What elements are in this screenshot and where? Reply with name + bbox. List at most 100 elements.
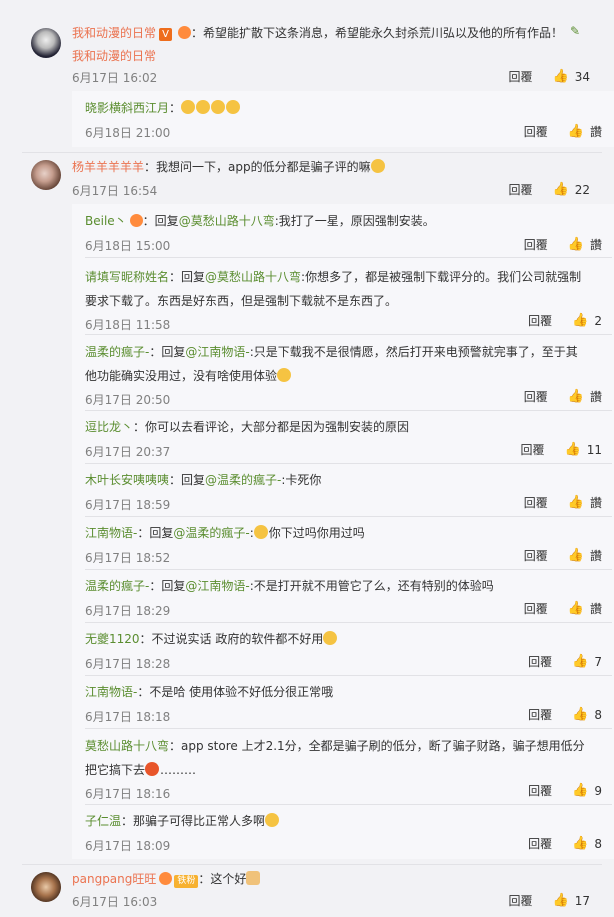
thumbs-up-icon: 👍 [552, 182, 569, 197]
like-button[interactable]: 👍 8 [572, 836, 602, 851]
divider [85, 334, 612, 335]
reply-author[interactable]: 莫愁山路十八弯 [85, 739, 169, 753]
reply-author[interactable]: 温柔的瘋子- [85, 345, 149, 359]
like-button[interactable]: 👍 11 [565, 442, 602, 457]
reply-button[interactable]: 回覆 [524, 494, 548, 511]
comment-actions: 回覆 👍 17 [509, 892, 590, 909]
like-button[interactable]: 👍 讚 [568, 388, 602, 405]
comment-author[interactable]: 杨羊羊羊羊羊 [72, 160, 144, 174]
reply-button[interactable]: 回覆 [509, 181, 533, 198]
reply-actions: 回覆 👍 讚 [524, 123, 602, 140]
reply-text: 他功能确实没用过，没有啥使用体验 [85, 369, 278, 383]
like-button[interactable]: 👍 8 [572, 707, 602, 722]
reply-button[interactable]: 回覆 [528, 835, 552, 852]
thumbs-up-icon: 👍 [564, 442, 581, 457]
comment-actions: 回覆 👍 22 [509, 181, 590, 198]
member-badge-icon [129, 214, 143, 227]
pencil-icon[interactable]: ✎ [570, 24, 580, 38]
mention-link[interactable]: @江南物语- [185, 345, 249, 359]
reply-list: 晓影横斜西江月： 6月18日 21:00 回覆 👍 讚 [72, 91, 614, 147]
reply-button[interactable]: 回覆 [524, 123, 548, 140]
comment-author[interactable]: pangpang旺旺 [72, 872, 156, 886]
reply-actions: 回覆 👍 7 [528, 653, 602, 670]
reply-button[interactable]: 回覆 [521, 441, 545, 458]
comment: pangpang旺旺 铁粉 ：这个好 [72, 870, 261, 888]
like-button[interactable]: 👍 讚 [568, 236, 602, 253]
comment-date: 6月17日 16:54 [72, 184, 158, 198]
like-button[interactable]: 👍 讚 [568, 123, 602, 140]
emoji-icon [277, 368, 292, 382]
reply-actions: 回覆 👍 讚 [524, 494, 602, 511]
reply-author[interactable]: 晓影横斜西江月 [85, 101, 169, 115]
divider [85, 410, 612, 411]
thumbs-up-icon: 👍 [572, 707, 589, 722]
emoji-icon [253, 525, 268, 539]
emoji-icon [370, 159, 385, 173]
reply-button[interactable]: 回覆 [509, 892, 533, 909]
mention-link[interactable]: @温柔的瘋子- [173, 526, 249, 540]
mention-link[interactable]: @莫愁山路十八弯 [205, 270, 301, 284]
like-button[interactable]: 👍 17 [553, 893, 590, 908]
reply-actions: 回覆 👍 8 [528, 706, 602, 723]
like-button[interactable]: 👍 9 [572, 783, 602, 798]
thumbs-up-icon: 👍 [567, 495, 584, 510]
like-button[interactable]: 👍 讚 [568, 494, 602, 511]
mention-link[interactable]: @江南物语- [185, 579, 249, 593]
divider [85, 804, 612, 805]
like-button[interactable]: 👍 22 [553, 182, 590, 197]
reply-button[interactable]: 回覆 [528, 653, 552, 670]
like-button[interactable]: 👍 2 [572, 313, 602, 328]
avatar[interactable] [31, 160, 61, 190]
verified-badge-icon: V [159, 28, 173, 41]
reply-button[interactable]: 回覆 [528, 312, 552, 329]
reply-author[interactable]: 江南物语- [85, 685, 137, 699]
comment-thread: 我和动漫的日常 V ：希望能扩散下这条消息，希望能永久封杀荒川弘以及他的所有作品！ … [22, 0, 614, 917]
thumbs-up-icon: 👍 [567, 389, 584, 404]
divider [85, 569, 612, 570]
divider [85, 463, 612, 464]
reply-button[interactable]: 回覆 [528, 782, 552, 799]
emoji-icon [211, 100, 226, 114]
divider [22, 152, 602, 153]
reply-button[interactable]: 回覆 [524, 388, 548, 405]
reply-button[interactable]: 回覆 [509, 68, 533, 85]
reply-author[interactable]: 逗比龙丶 [85, 420, 133, 434]
like-button[interactable]: 👍 讚 [568, 547, 602, 564]
comment: 我和动漫的日常 V ：希望能扩散下这条消息，希望能永久封杀荒川弘以及他的所有作品！ … [72, 24, 592, 64]
thumbs-up-icon: 👍 [572, 783, 589, 798]
reply-author[interactable]: 子仁温 [85, 814, 121, 828]
reply-author[interactable]: Beile丶 [85, 214, 127, 228]
divider [22, 864, 602, 865]
reply-author[interactable]: 请填写昵称姓名 [85, 270, 169, 284]
reply-author[interactable]: 温柔的瘋子- [85, 579, 149, 593]
like-button[interactable]: 👍 讚 [568, 600, 602, 617]
reply-text: 要求下载了。东西是好东西，但是强制下载就不是东西了。 [85, 294, 398, 308]
thumbs-up-icon: 👍 [567, 124, 584, 139]
reply-button[interactable]: 回覆 [528, 706, 552, 723]
divider [85, 728, 612, 729]
mention-link[interactable]: @温柔的瘋子- [205, 473, 281, 487]
fan-badge: 铁粉 [174, 875, 199, 888]
like-button[interactable]: 👍 7 [572, 654, 602, 669]
reply-author[interactable]: 木叶长安咦咦咦 [85, 473, 169, 487]
comment-signature[interactable]: 我和动漫的日常 [72, 47, 592, 64]
reply-button[interactable]: 回覆 [524, 547, 548, 564]
avatar[interactable] [31, 28, 61, 58]
reply-text: 把它搞下去 [85, 763, 146, 777]
reply-button[interactable]: 回覆 [524, 600, 548, 617]
thumbs-up-icon: 👍 [572, 654, 589, 669]
thumbs-up-icon: 👍 [567, 601, 584, 616]
reply-actions: 回覆 👍 讚 [524, 236, 602, 253]
like-button[interactable]: 👍 34 [553, 69, 590, 84]
reply-actions: 回覆 👍 9 [528, 782, 602, 799]
reply-list: Beile丶 ：回复@莫愁山路十八弯:我打了一星，原因强制安装。 6月18日 15… [72, 204, 614, 859]
reply-author[interactable]: 江南物语- [85, 526, 137, 540]
reply-author[interactable]: 无夔1120 [85, 632, 140, 646]
reply-button[interactable]: 回覆 [524, 236, 548, 253]
mention-link[interactable]: @莫愁山路十八弯 [179, 214, 275, 228]
comment-text: ：这个好 [198, 872, 247, 886]
comment-author[interactable]: 我和动漫的日常 [72, 26, 156, 40]
avatar[interactable] [31, 872, 61, 902]
member-badge-icon [178, 26, 192, 39]
thumbs-up-icon: 👍 [567, 548, 584, 563]
